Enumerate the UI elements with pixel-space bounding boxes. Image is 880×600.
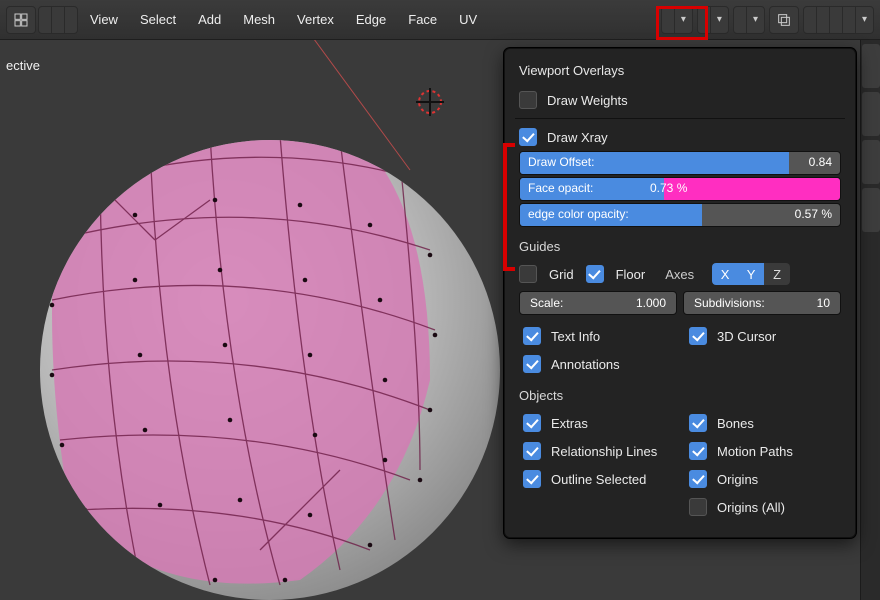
extras-checkbox[interactable] (523, 414, 541, 432)
guides-heading: Guides (515, 229, 845, 260)
eye-icon (662, 7, 674, 33)
annotations-label: Annotations (551, 357, 620, 372)
draw-xray-label: Draw Xray (547, 130, 608, 145)
rail-tab[interactable] (862, 92, 880, 136)
relationship-lines-checkbox[interactable] (523, 442, 541, 460)
origins-all-checkbox[interactable] (689, 498, 707, 516)
text-info-checkbox[interactable] (523, 327, 541, 345)
overlays-icon (734, 7, 746, 33)
rail-tab[interactable] (862, 188, 880, 232)
subdivisions-field[interactable]: Subdivisions: 10 (683, 291, 841, 315)
draw-weights-checkbox[interactable] (519, 91, 537, 109)
menu-view[interactable]: View (80, 12, 128, 27)
grid-label: Grid (549, 267, 574, 282)
3d-cursor-label: 3D Cursor (717, 329, 776, 344)
outline-selected-label: Outline Selected (551, 472, 646, 487)
n-panel-rail (860, 40, 880, 600)
menu-vertex[interactable]: Vertex (287, 12, 344, 27)
scale-field-value: 1.000 (636, 296, 666, 310)
extras-label: Extras (551, 416, 588, 431)
floor-label: Floor (616, 267, 646, 282)
axes-label: Axes (665, 267, 694, 282)
arrow-icon (698, 7, 710, 33)
subdiv-field-label: Subdivisions: (694, 296, 765, 310)
mode-edge-icon[interactable] (51, 7, 64, 33)
subdiv-field-value: 10 (817, 296, 830, 310)
mode-selector[interactable] (38, 6, 78, 34)
shade-render-icon[interactable] (842, 7, 855, 33)
objects-heading: Objects (515, 378, 845, 409)
chevron-down-icon: ▾ (710, 7, 728, 33)
motion-paths-checkbox[interactable] (689, 442, 707, 460)
scale-field-label: Scale: (530, 296, 563, 310)
slider-label: Draw Offset: (528, 155, 594, 169)
edge-opacity-slider[interactable]: edge color opacity: 0.57 % (519, 203, 841, 227)
editor-type-button[interactable] (6, 6, 36, 34)
slider-label: Face opacit: (528, 181, 593, 195)
menu-edge[interactable]: Edge (346, 12, 396, 27)
draw-xray-checkbox[interactable] (519, 128, 537, 146)
visibility-dropdown[interactable]: ▾ (661, 6, 693, 34)
snap-dropdown[interactable]: ▾ (697, 6, 729, 34)
origins-checkbox[interactable] (689, 470, 707, 488)
shading-modes: ▾ (803, 6, 874, 34)
slider-value: 0.57 % (795, 207, 832, 221)
bones-checkbox[interactable] (689, 414, 707, 432)
mode-face-icon[interactable] (64, 7, 77, 33)
relationship-lines-label: Relationship Lines (551, 444, 657, 459)
chevron-down-icon: ▾ (674, 7, 692, 33)
bones-label: Bones (717, 416, 754, 431)
draw-offset-slider[interactable]: Draw Offset: 0.84 (519, 151, 841, 175)
menu-add[interactable]: Add (188, 12, 231, 27)
face-opacity-slider[interactable]: Face opacit: 0.73 % (519, 177, 841, 201)
origins-all-label: Origins (All) (717, 500, 785, 515)
slider-value: 0.73 % (650, 181, 687, 195)
grid-checkbox[interactable] (519, 265, 537, 283)
menu-mesh[interactable]: Mesh (233, 12, 285, 27)
menu-uv[interactable]: UV (449, 12, 487, 27)
axis-x-button[interactable]: X (712, 263, 738, 285)
3d-cursor-checkbox[interactable] (689, 327, 707, 345)
annotations-checkbox[interactable] (523, 355, 541, 373)
popover-title: Viewport Overlays (515, 57, 845, 88)
floor-checkbox[interactable] (586, 265, 604, 283)
scale-field[interactable]: Scale: 1.000 (519, 291, 677, 315)
axis-z-button[interactable]: Z (764, 263, 790, 285)
origins-label: Origins (717, 472, 758, 487)
overlays-dropdown[interactable]: ▾ (733, 6, 765, 34)
menu-face[interactable]: Face (398, 12, 447, 27)
menu-select[interactable]: Select (130, 12, 186, 27)
shade-solid-icon[interactable] (816, 7, 829, 33)
shade-wire-icon[interactable] (804, 7, 816, 33)
chevron-down-icon: ▾ (746, 7, 764, 33)
axes-toggle: X Y Z (712, 263, 790, 285)
xray-toggle[interactable] (769, 6, 799, 34)
header-bar: View Select Add Mesh Vertex Edge Face UV… (0, 0, 880, 40)
rail-tab[interactable] (862, 44, 880, 88)
draw-weights-label: Draw Weights (547, 93, 628, 108)
mode-vertex-icon[interactable] (39, 7, 51, 33)
slider-value: 0.84 (809, 155, 832, 169)
rail-tab[interactable] (862, 140, 880, 184)
text-info-label: Text Info (551, 329, 600, 344)
chevron-down-icon: ▾ (855, 7, 873, 33)
slider-label: edge color opacity: (528, 207, 629, 221)
viewport-overlays-popover: Viewport Overlays Draw Weights Draw Xray… (504, 48, 856, 538)
shade-lookdev-icon[interactable] (829, 7, 842, 33)
motion-paths-label: Motion Paths (717, 444, 793, 459)
outline-selected-checkbox[interactable] (523, 470, 541, 488)
axis-y-button[interactable]: Y (738, 263, 764, 285)
